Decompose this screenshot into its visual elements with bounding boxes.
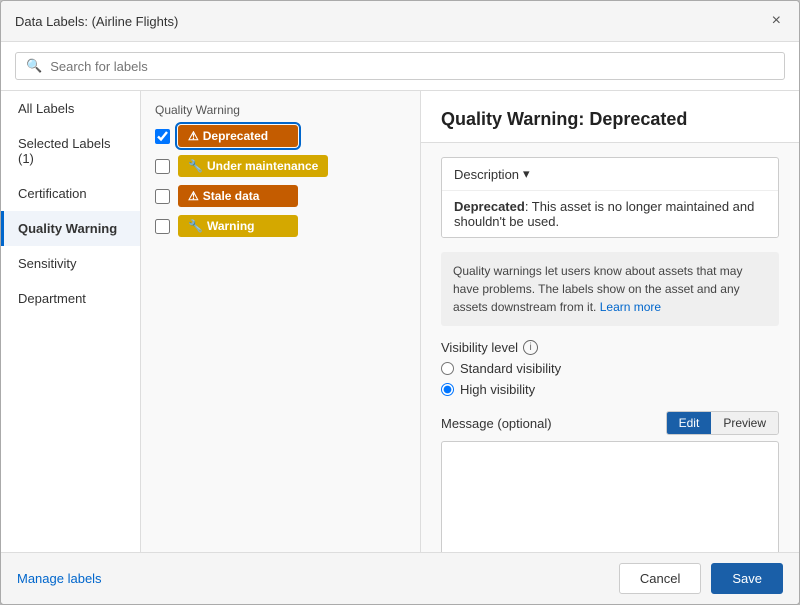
close-button[interactable]: × [768,11,785,31]
middle-panel: Quality Warning ⚠ Deprecated 🔧 Under mai… [141,91,421,552]
learn-more-link[interactable]: Learn more [600,300,661,314]
radio-standard-input[interactable] [441,362,454,375]
label-badge-warning[interactable]: 🔧 Warning [178,215,298,237]
message-section: Message (optional) Edit Preview [441,411,779,552]
checkbox-deprecated[interactable] [155,129,170,144]
radio-high-input[interactable] [441,383,454,396]
tab-preview[interactable]: Preview [711,412,778,434]
dialog-title: Data Labels: (Airline Flights) [15,14,178,29]
description-content: Deprecated: This asset is no longer main… [442,191,778,237]
warning-icon: 🔧 [188,219,203,233]
search-input[interactable] [50,59,774,74]
search-icon: 🔍 [26,58,42,74]
middle-panel-title: Quality Warning [141,91,420,125]
right-panel: Quality Warning: Deprecated Description … [421,91,799,552]
right-panel-body: Description ▾ Deprecated: This asset is … [421,143,799,552]
visibility-label: Visibility level i [441,340,779,355]
checkbox-under-maintenance[interactable] [155,159,170,174]
message-textarea[interactable] [441,441,779,552]
tab-group: Edit Preview [666,411,779,435]
label-badge-under-maintenance[interactable]: 🔧 Under maintenance [178,155,328,177]
description-box: Description ▾ Deprecated: This asset is … [441,157,779,238]
label-list: ⚠ Deprecated 🔧 Under maintenance ⚠ [141,125,420,237]
sidebar-item-certification[interactable]: Certification [1,176,140,211]
sidebar-item-selected-labels[interactable]: Selected Labels (1) [1,126,140,176]
right-panel-header: Quality Warning: Deprecated [421,91,799,143]
tab-edit[interactable]: Edit [667,412,712,434]
cancel-button[interactable]: Cancel [619,563,701,594]
under-maintenance-icon: 🔧 [188,159,203,173]
info-box: Quality warnings let users know about as… [441,252,779,326]
title-bar: Data Labels: (Airline Flights) × [1,1,799,42]
label-row-deprecated: ⚠ Deprecated [155,125,406,147]
info-icon[interactable]: i [523,340,538,355]
deprecated-icon: ⚠ [188,129,199,143]
label-row-warning: 🔧 Warning [155,215,406,237]
radio-standard[interactable]: Standard visibility [441,361,779,376]
label-row-under-maintenance: 🔧 Under maintenance [155,155,406,177]
message-label: Message (optional) [441,416,552,431]
visibility-section: Visibility level i Standard visibility H… [441,340,779,397]
save-button[interactable]: Save [711,563,783,594]
radio-high[interactable]: High visibility [441,382,779,397]
stale-data-icon: ⚠ [188,189,199,203]
search-input-wrapper: 🔍 [15,52,785,80]
footer-left: Manage labels [17,571,102,586]
sidebar: All Labels Selected Labels (1) Certifica… [1,91,141,552]
body: All Labels Selected Labels (1) Certifica… [1,91,799,552]
sidebar-item-sensitivity[interactable]: Sensitivity [1,246,140,281]
manage-labels-link[interactable]: Manage labels [17,571,102,586]
label-badge-stale-data[interactable]: ⚠ Stale data [178,185,298,207]
label-row-stale-data: ⚠ Stale data [155,185,406,207]
footer-right: Cancel Save [619,563,783,594]
checkbox-stale-data[interactable] [155,189,170,204]
chevron-down-icon: ▾ [523,166,530,182]
description-header[interactable]: Description ▾ [442,158,778,191]
search-bar: 🔍 [1,42,799,91]
dialog: Data Labels: (Airline Flights) × 🔍 All L… [0,0,800,605]
sidebar-item-all-labels[interactable]: All Labels [1,91,140,126]
footer: Manage labels Cancel Save [1,552,799,604]
message-header: Message (optional) Edit Preview [441,411,779,435]
checkbox-warning[interactable] [155,219,170,234]
label-badge-deprecated[interactable]: ⚠ Deprecated [178,125,298,147]
sidebar-item-department[interactable]: Department [1,281,140,316]
sidebar-item-quality-warning[interactable]: Quality Warning [1,211,140,246]
